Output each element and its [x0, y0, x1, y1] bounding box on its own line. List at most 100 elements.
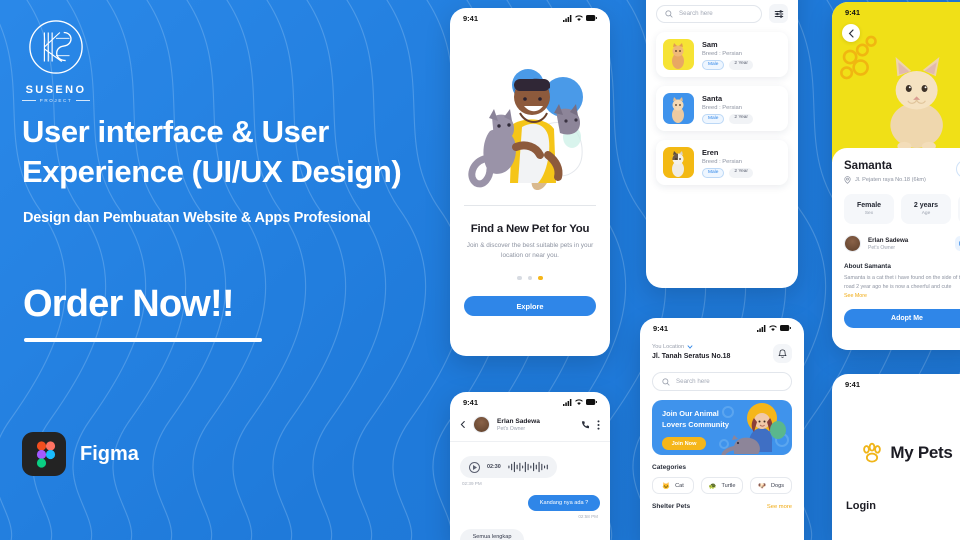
see-more-link[interactable]: See More — [844, 293, 960, 299]
search-input[interactable]: Search here — [656, 4, 762, 23]
carousel-dot-3[interactable] — [538, 275, 543, 281]
cellular-icon — [757, 324, 766, 332]
location-row[interactable]: You Location Jl. Tanah Seratus No.18 — [640, 338, 804, 363]
categories-list: 🐱 Cat 🐢 Turtle 🐶 Dogs — [652, 477, 792, 494]
battery-icon — [780, 325, 791, 331]
page-title: Samanta — [844, 160, 892, 172]
play-icon[interactable] — [469, 461, 480, 473]
voice-message-bubble[interactable]: 02:30 — [460, 456, 557, 478]
cellular-icon — [563, 398, 572, 406]
pet-thumbnail — [663, 39, 694, 70]
search-input[interactable]: Search here — [652, 372, 792, 391]
location-value: Jl. Tanah Seratus No.18 — [652, 353, 731, 360]
pet-tags: Male 2 Year — [702, 167, 754, 178]
owner-role: Pet's Owner — [868, 244, 896, 251]
status-bar: 9:41 — [832, 2, 960, 22]
phone-call-icon[interactable] — [581, 420, 590, 429]
slide-canvas: SUSENO PROJECT User interface & User Exp… — [0, 0, 960, 540]
waveform-icon — [508, 461, 548, 473]
pet-hero-image: 9:41 — [832, 2, 960, 162]
more-vertical-icon[interactable] — [597, 419, 600, 430]
table-row[interactable]: Sam Breed : Persian Male 2 Year — [656, 32, 788, 77]
category-dogs[interactable]: 🐶 Dogs — [750, 477, 792, 494]
figma-logo-icon — [22, 432, 66, 476]
voice-duration: 02:30 — [487, 464, 501, 470]
join-now-button[interactable]: Join Now — [662, 437, 706, 451]
pet-tags: Male 2 Year — [702, 59, 754, 70]
status-bar: 9:41 — [832, 374, 960, 394]
stat-value: Female — [856, 202, 882, 209]
battery-icon — [586, 15, 597, 21]
pet-breed: Breed : Persian — [702, 104, 742, 111]
turtle-icon: 🐢 — [708, 482, 717, 490]
carousel-dot-1[interactable] — [517, 275, 522, 281]
category-cat[interactable]: 🐱 Cat — [652, 477, 694, 494]
back-button[interactable] — [842, 24, 860, 42]
chat-header: Erlan Sadewa Pet's Owner — [450, 412, 610, 442]
incoming-message: Semua lengkap kok — [460, 529, 524, 540]
page-subtitle: Design dan Pembuatan Website & Apps Prof… — [23, 210, 371, 226]
pet-info: Eren Breed : Persian Male 2 Year — [702, 148, 754, 178]
contact-name: Erlan Sadewa — [497, 417, 540, 425]
status-indicators — [563, 14, 597, 22]
wifi-icon — [575, 14, 583, 21]
explore-button[interactable]: Explore — [464, 296, 596, 317]
pet-info: Sam Breed : Persian Male 2 Year — [702, 40, 754, 70]
owner-name: Erlan Sadewa — [868, 236, 909, 244]
shelter-header: Shelter Pets See more — [652, 503, 792, 510]
onboarding-title: Find a New Pet for You — [470, 223, 590, 235]
categories-title: Categories — [652, 464, 687, 471]
brand-name: SUSENO — [25, 84, 87, 96]
tool-badge: Figma — [22, 432, 139, 476]
brand-subtitle: PROJECT — [20, 98, 92, 103]
onboarding-illustration — [460, 46, 600, 206]
community-banner[interactable]: Join Our Animal Lovers Community Join No… — [652, 400, 792, 455]
stat-sex: Female Sex — [844, 194, 894, 224]
app-brand: My Pets — [832, 442, 960, 464]
status-bar: 9:41 — [450, 8, 610, 28]
chevron-down-icon[interactable] — [687, 345, 693, 349]
paw-icon — [863, 442, 882, 463]
cat-icon: 🐱 — [662, 482, 671, 490]
carousel-dot-2[interactable] — [527, 275, 533, 281]
chat-bubble-icon[interactable] — [955, 236, 960, 251]
chevron-left-icon[interactable] — [460, 420, 466, 429]
pet-tags: Male 2 Year — [702, 113, 754, 124]
adopt-me-button[interactable]: Adopt Me — [844, 309, 960, 329]
status-bar: 9:41 — [640, 318, 804, 338]
status-indicators — [563, 398, 597, 406]
location-label-wrap: You Location — [652, 344, 730, 350]
phone-home-screen: 9:41 You Location Jl. Tanah Seratus No.1… — [640, 318, 804, 540]
pet-breed: Breed : Persian — [702, 50, 742, 57]
notification-bell-icon[interactable] — [773, 344, 792, 363]
app-name: My Pets — [890, 443, 953, 462]
pet-info: Santa Breed : Persian Male 2 Year — [702, 94, 754, 124]
message-timestamp: 02:39 PM — [462, 481, 482, 486]
see-more-link[interactable]: See more — [767, 504, 792, 510]
carousel-dots[interactable] — [450, 275, 610, 281]
owner-row[interactable]: Erlan Sadewa Pet's Owner — [844, 235, 960, 252]
pet-age-badge: 2 Year — [729, 167, 754, 178]
location-block: You Location Jl. Tanah Seratus No.18 — [652, 344, 730, 360]
map-pin-icon — [844, 176, 851, 184]
category-label: Turtle — [721, 482, 736, 489]
pet-breed: Breed : Persian — [702, 158, 742, 165]
contact-role: Pet's Owner — [497, 425, 526, 432]
filter-sliders-icon[interactable] — [769, 4, 788, 23]
table-row[interactable]: Santa Breed : Persian Male 2 Year — [656, 86, 788, 131]
phone-pet-list-screen: Search here Sam Breed: Persian Male 2 Y… — [646, 0, 798, 288]
stat-key: Age — [921, 211, 931, 216]
wifi-icon — [769, 324, 777, 331]
about-text: Samanta is a cat thet i have found on th… — [844, 275, 960, 290]
table-row[interactable]: Eren Breed : Persian Male 2 Year — [656, 140, 788, 185]
cellular-icon — [563, 14, 572, 22]
suseno-monogram-icon — [29, 20, 83, 74]
phone-login-screen: 9:41 My Pets Login — [832, 374, 960, 540]
category-label: Cat — [675, 482, 684, 489]
category-turtle[interactable]: 🐢 Turtle — [701, 477, 743, 494]
login-title: Login — [846, 500, 876, 512]
status-badge: Male — [702, 113, 725, 124]
status-bar: 9:41 — [450, 392, 610, 412]
wifi-icon — [575, 398, 583, 405]
status-time: 9:41 — [653, 323, 669, 333]
